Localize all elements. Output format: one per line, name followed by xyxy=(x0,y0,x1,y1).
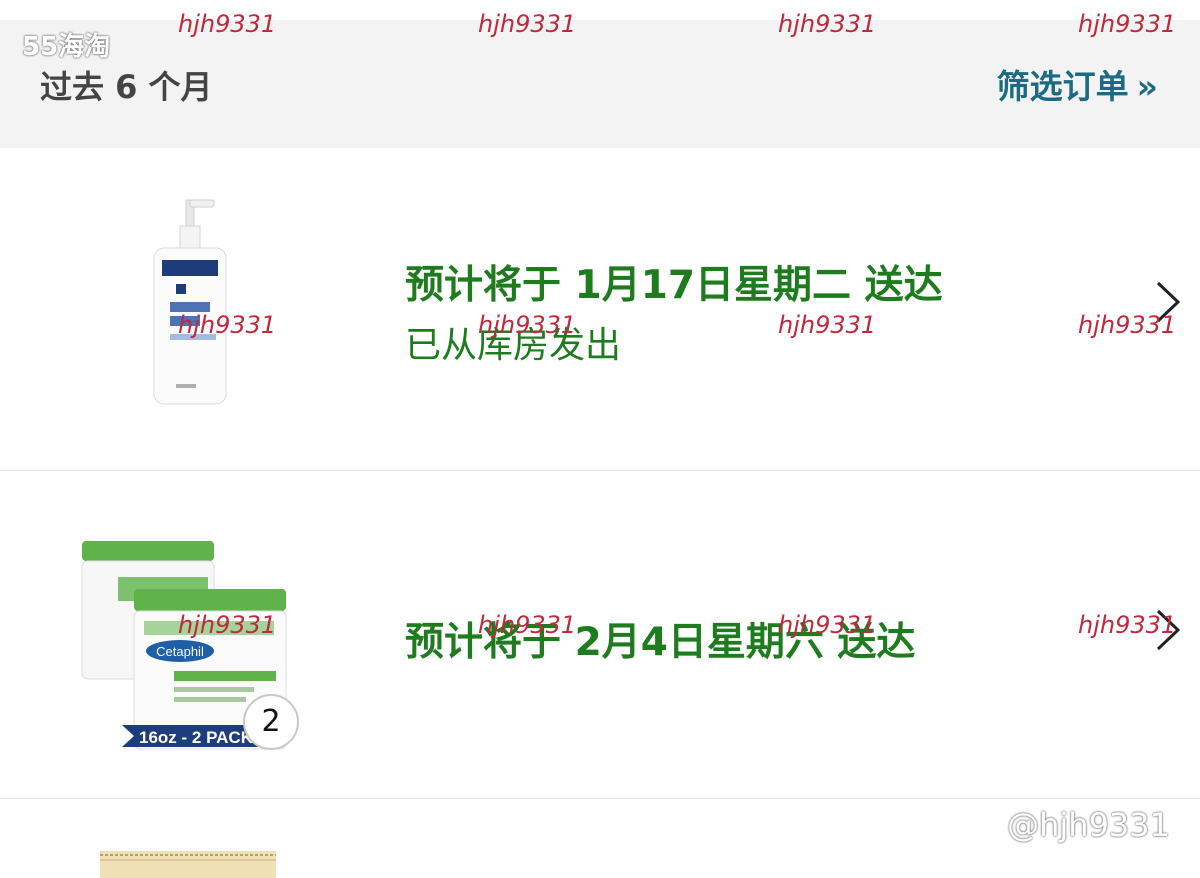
order-row[interactable]: 预计将于 1月17日星期二 送达 已从库房发出 xyxy=(0,148,1200,470)
orders-page: 过去 6 个月 筛选订单» 预计将于 1月17日星期二 送达 已从库房发出 Ce… xyxy=(0,0,1200,878)
lotion-bottle-icon xyxy=(153,199,227,405)
chevron-right-icon xyxy=(1156,281,1181,323)
filter-orders-label: 筛选订单 xyxy=(996,67,1129,106)
delivery-estimate: 预计将于 1月17日星期二 送达 xyxy=(405,263,943,308)
chevron-right-icon xyxy=(1156,609,1181,651)
orders-header: 过去 6 个月 筛选订单» xyxy=(0,20,1200,148)
jar-banner-text: 16oz - 2 PACK xyxy=(139,728,254,747)
product-box-icon xyxy=(100,851,276,878)
time-period-label[interactable]: 过去 6 个月 xyxy=(40,62,213,108)
quantity-badge: 2 xyxy=(243,694,299,750)
order-row[interactable] xyxy=(0,799,1200,878)
delivery-estimate: 预计将于 2月4日星期六 送达 xyxy=(405,620,916,665)
double-chevron-icon: » xyxy=(1136,67,1158,106)
filter-orders-link[interactable]: 筛选订单» xyxy=(997,60,1158,108)
shipment-status: 已从库房发出 xyxy=(405,325,622,366)
order-row[interactable]: Cetaphil 16oz - 2 PACK 2 预计将于 2月4日星期六 送达 xyxy=(0,471,1200,798)
jar-brand-text: Cetaphil xyxy=(156,644,204,659)
